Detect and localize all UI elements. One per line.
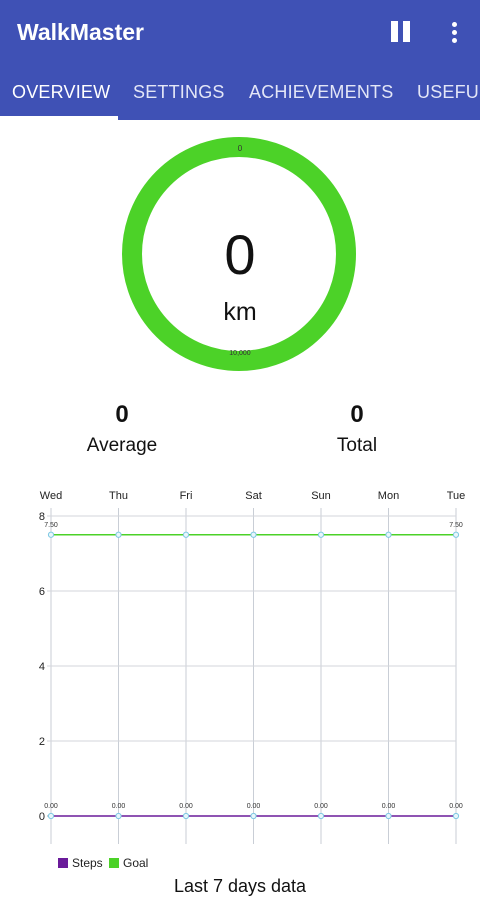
x-tick-label: Sun	[311, 490, 331, 502]
app-bar: WalkMaster OVERVIEW SETTINGS ACHIEVEMENT…	[0, 0, 480, 120]
average-label: Average	[86, 435, 158, 456]
weekly-line-chart: Wed Thu Fri Sat Sun Mon Tue024680.00 0.00 0.00 0.…	[39, 490, 465, 844]
x-tick-label: Mon	[378, 490, 399, 502]
x-tick-label: Wed	[40, 490, 62, 502]
data-point-steps	[115, 812, 122, 820]
data-label-steps: 0.00	[382, 803, 396, 810]
chart-labels: Wed Thu Fri Sat Sun Mon Tue024680.00 0.00 0.00 0.…	[39, 490, 465, 823]
data-label-steps: 0.00	[247, 803, 261, 810]
data-point-steps	[47, 812, 55, 820]
tab-indicator	[0, 116, 118, 120]
legend-goal-label: Goal	[123, 856, 149, 870]
data-label-goal: 7.50	[44, 522, 58, 529]
data-label-steps: 0.00	[44, 803, 58, 810]
more-vert-icon[interactable]	[444, 18, 464, 46]
data-point-goal	[317, 531, 325, 538]
data-label-goal: 7.50	[449, 522, 463, 529]
pause-icon[interactable]	[388, 18, 414, 46]
total-label: Total	[336, 435, 378, 456]
distance-value: 0	[224, 223, 256, 286]
data-point-steps	[250, 812, 257, 820]
data-point-goal	[385, 531, 392, 538]
tab-overview[interactable]: OVERVIEW	[12, 82, 110, 103]
data-point-goal	[250, 531, 257, 538]
distance-unit: km	[223, 298, 257, 326]
tab-useful[interactable]: USEFUL	[417, 82, 480, 103]
x-tick-label: Thu	[109, 490, 128, 502]
chart-grid	[47, 508, 457, 844]
app-title: WalkMaster	[17, 19, 144, 45]
y-tick-label: 2	[39, 736, 45, 748]
data-point-goal	[452, 531, 460, 538]
data-point-steps	[452, 812, 460, 820]
data-point-steps	[385, 812, 392, 820]
total-value: 0	[350, 401, 364, 428]
y-tick-label: 0	[39, 811, 45, 823]
legend-steps-swatch	[58, 858, 68, 868]
data-point-goal	[115, 531, 122, 538]
tab-settings[interactable]: SETTINGS	[133, 82, 225, 103]
ring-bottom-label: 10,000	[229, 350, 251, 357]
x-tick-label: Sat	[245, 490, 262, 502]
legend-goal-swatch	[109, 858, 119, 868]
data-point-steps	[317, 812, 325, 820]
x-tick-label: Fri	[180, 490, 193, 502]
data-point-goal	[47, 531, 55, 538]
data-label-steps: 0.00	[112, 803, 126, 810]
x-tick-label: Tue	[447, 490, 466, 502]
chart-caption: Last 7 days data	[173, 876, 307, 896]
data-label-steps: 0.00	[179, 803, 193, 810]
data-point-steps	[182, 812, 190, 820]
y-tick-label: 6	[39, 586, 45, 598]
data-label-steps: 0.00	[449, 803, 463, 810]
average-value: 0	[115, 401, 129, 428]
y-tick-label: 4	[39, 661, 45, 673]
tab-bar: OVERVIEW SETTINGS ACHIEVEMENTS USEFUL	[0, 64, 480, 120]
tab-achievements[interactable]: ACHIEVEMENTS	[249, 82, 393, 103]
legend-steps-label: Steps	[72, 856, 103, 870]
data-point-goal	[182, 531, 190, 538]
ring-top-label: 0	[237, 144, 243, 153]
data-label-steps: 0.00	[314, 803, 328, 810]
